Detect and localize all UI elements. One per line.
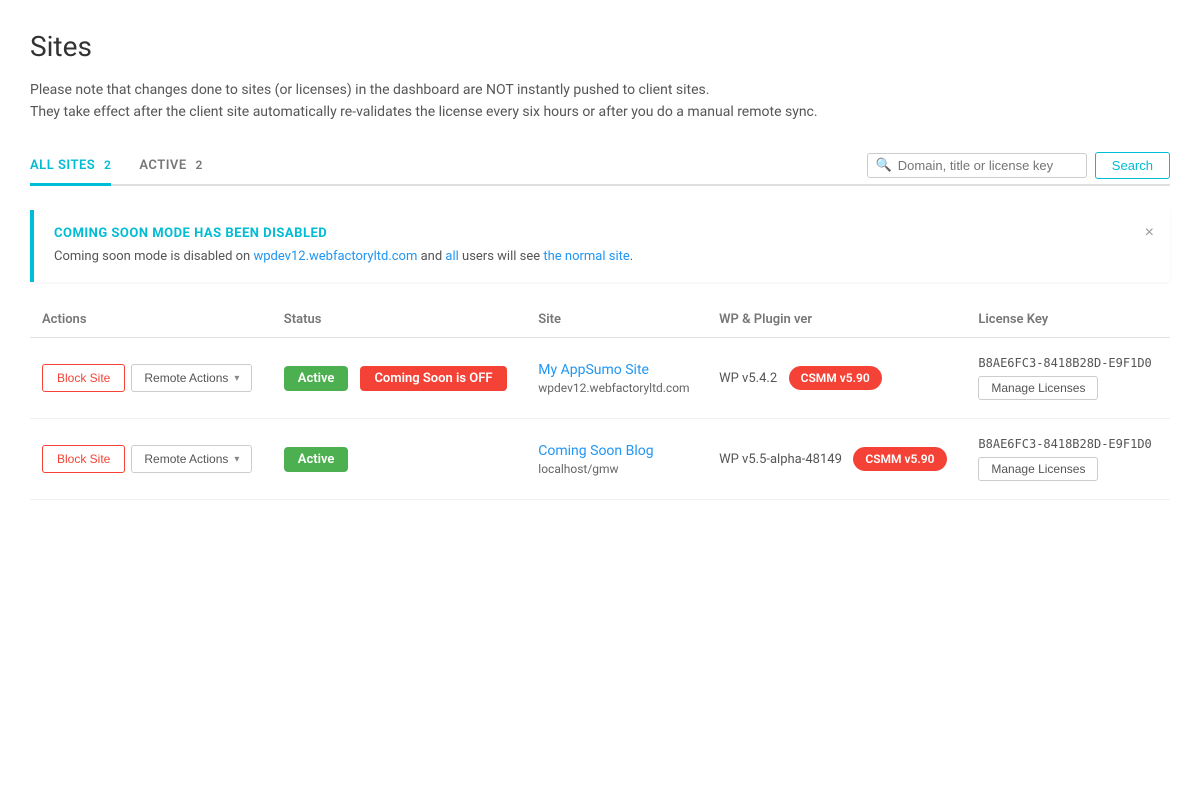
tab-active[interactable]: ACTIVE 2: [139, 148, 203, 186]
remote-actions-button-1[interactable]: Remote Actions ▾: [131, 364, 252, 392]
col-site: Site: [526, 302, 707, 338]
chevron-down-icon: ▾: [234, 373, 239, 384]
col-license: License Key: [966, 302, 1170, 338]
col-wp-plugin: WP & Plugin ver: [707, 302, 966, 338]
search-input[interactable]: [898, 158, 1078, 173]
manage-licenses-button-2[interactable]: Manage Licenses: [978, 457, 1098, 481]
col-actions: Actions: [30, 302, 272, 338]
wp-ver-cell-2: WP v5.5-alpha-48149 CSMM v5.90: [707, 419, 966, 500]
col-status: Status: [272, 302, 526, 338]
tab-all-sites[interactable]: ALL SITES 2: [30, 148, 111, 186]
license-cell-1: B8AE6FC3-8418B28D-E9F1D0 Manage Licenses: [966, 338, 1170, 419]
remote-actions-button-2[interactable]: Remote Actions ▾: [131, 445, 252, 473]
wp-version-2: WP v5.5-alpha-48149: [719, 452, 842, 467]
actions-cell-2: Block Site Remote Actions ▾: [30, 419, 272, 500]
block-site-button-2[interactable]: Block Site: [42, 445, 125, 473]
table-row: Block Site Remote Actions ▾ Active Comin…: [30, 419, 1170, 500]
manage-licenses-button-1[interactable]: Manage Licenses: [978, 376, 1098, 400]
alert-close-button[interactable]: ×: [1145, 224, 1154, 242]
alert-body: Coming soon mode is disabled on wpdev12.…: [54, 247, 1150, 267]
chevron-down-icon: ▾: [234, 454, 239, 465]
table-row: Block Site Remote Actions ▾ Active Coming…: [30, 338, 1170, 419]
wp-ver-cell-1: WP v5.4.2 CSMM v5.90: [707, 338, 966, 419]
table-header-row: Actions Status Site WP & Plugin ver Lice…: [30, 302, 1170, 338]
license-key-1: B8AE6FC3-8418B28D-E9F1D0: [978, 356, 1158, 370]
status-badge-2: Active: [284, 447, 349, 472]
page-title: Sites: [30, 30, 1170, 63]
search-wrapper: 🔍: [867, 153, 1087, 178]
site-url-1: wpdev12.webfactoryltd.com: [538, 381, 695, 395]
coming-soon-badge-1: Coming Soon is OFF: [360, 366, 506, 391]
alert-banner: COMING SOON MODE HAS BEEN DISABLED Comin…: [30, 210, 1170, 283]
status-cell-1: Active Coming Soon is OFF: [272, 338, 526, 419]
search-button[interactable]: Search: [1095, 152, 1170, 179]
site-name-1[interactable]: My AppSumo Site: [538, 362, 695, 378]
site-url-2: localhost/gmw: [538, 462, 695, 476]
status-cell-2: Active: [272, 419, 526, 500]
site-cell-1: My AppSumo Site wpdev12.webfactoryltd.co…: [526, 338, 707, 419]
actions-cell-1: Block Site Remote Actions ▾: [30, 338, 272, 419]
sites-table: Actions Status Site WP & Plugin ver Lice…: [30, 302, 1170, 500]
tabs-bar: ALL SITES 2 ACTIVE 2 🔍 Search: [30, 148, 1170, 186]
status-badge-1: Active: [284, 366, 349, 391]
csmm-badge-2: CSMM v5.90: [853, 447, 946, 471]
license-cell-2: B8AE6FC3-8418B28D-E9F1D0 Manage Licenses: [966, 419, 1170, 500]
block-site-button-1[interactable]: Block Site: [42, 364, 125, 392]
site-name-2[interactable]: Coming Soon Blog: [538, 443, 695, 459]
page-description: Please note that changes done to sites (…: [30, 79, 1170, 124]
site-cell-2: Coming Soon Blog localhost/gmw: [526, 419, 707, 500]
alert-title: COMING SOON MODE HAS BEEN DISABLED: [54, 226, 1150, 241]
search-area: 🔍 Search: [867, 152, 1170, 179]
license-key-2: B8AE6FC3-8418B28D-E9F1D0: [978, 437, 1158, 451]
wp-version-1: WP v5.4.2: [719, 371, 777, 386]
search-icon: 🔍: [876, 158, 892, 173]
csmm-badge-1: CSMM v5.90: [789, 366, 882, 390]
